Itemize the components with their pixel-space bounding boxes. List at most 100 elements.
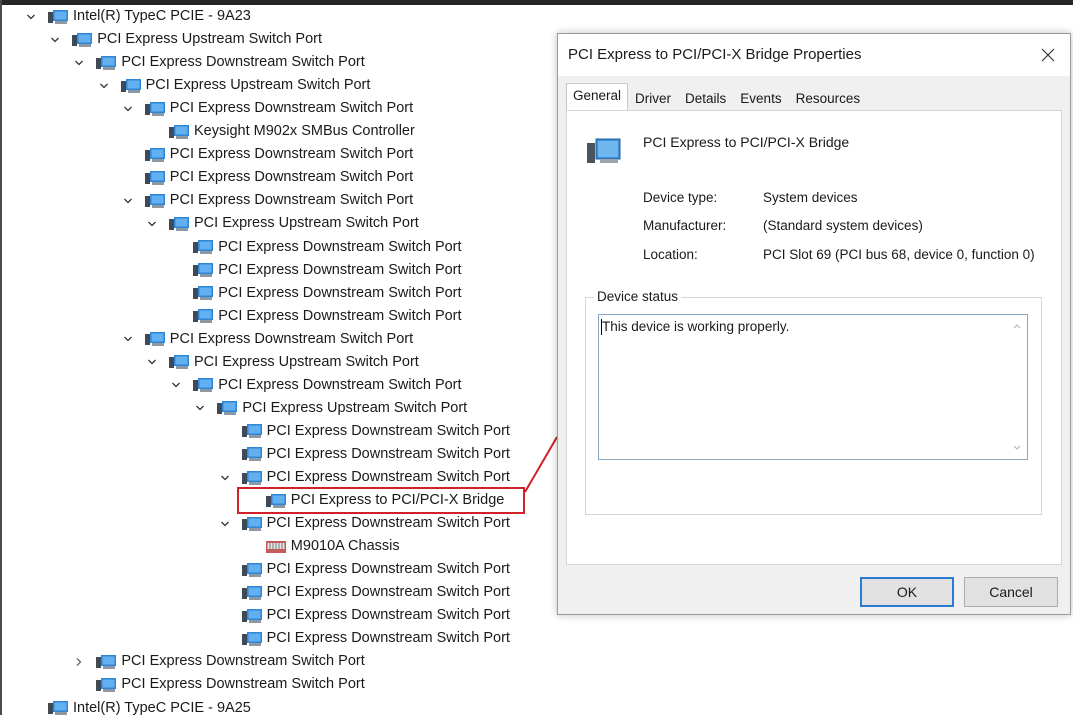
pci-device-icon (48, 700, 68, 716)
chevron-down-icon[interactable] (121, 194, 135, 208)
chevron-down-icon[interactable] (121, 332, 135, 346)
chevron-down-icon[interactable] (97, 79, 111, 93)
tree-item-label: PCI Express Upstream Switch Port (97, 31, 323, 48)
tree-item-label: Intel(R) TypeC PCIE - 9A25 (73, 699, 251, 716)
tree-item[interactable]: PCI Express Downstream Switch Port (218, 512, 510, 535)
chassis-icon (265, 539, 286, 555)
tree-item-label: PCI Express Downstream Switch Port (121, 54, 365, 71)
device-status-label: Device status (594, 289, 682, 304)
tree-item[interactable]: PCI Express Downstream Switch Port (121, 189, 413, 212)
highlight-box (237, 487, 525, 514)
cancel-button[interactable]: Cancel (964, 577, 1058, 607)
tree-item-label: PCI Express Upstream Switch Port (194, 215, 419, 232)
tree-item-label: PCI Express Downstream Switch Port (169, 330, 414, 347)
chevron-down-icon[interactable] (24, 10, 38, 24)
close-button[interactable] (1034, 42, 1062, 68)
pci-device-icon (144, 147, 165, 163)
tab-general[interactable]: General (566, 83, 629, 113)
pci-device-icon (193, 377, 214, 393)
tree-item-label: PCI Express Downstream Switch Port (121, 676, 365, 693)
pci-device-icon (587, 138, 621, 163)
general-panel: PCI Express to PCI/PCI-X Bridge Device t… (566, 110, 1062, 565)
chevron-down-icon[interactable] (193, 401, 207, 415)
device-status-textbox[interactable]: This device is working properly. (598, 314, 1028, 460)
ok-button[interactable]: OK (860, 577, 954, 607)
chevron-down-icon[interactable] (218, 471, 232, 485)
pci-device-icon (72, 32, 93, 48)
tree-item-label: PCI Express Downstream Switch Port (169, 192, 414, 209)
tree-item[interactable]: PCI Express Downstream Switch Port (169, 305, 462, 328)
pci-device-icon (120, 78, 141, 94)
scroll-down-icon[interactable] (1012, 443, 1022, 453)
tree-item[interactable]: Intel(R) TypeC PCIE - 9A23 (24, 5, 251, 28)
chevron-down-icon[interactable] (145, 355, 159, 369)
chevron-down-icon[interactable] (169, 378, 183, 392)
tab-driver[interactable]: Driver (628, 85, 678, 112)
tree-item[interactable]: PCI Express Downstream Switch Port (218, 558, 510, 581)
pci-device-icon (96, 55, 117, 71)
tab-events[interactable]: Events (733, 85, 788, 112)
pci-device-icon (241, 470, 262, 486)
tree-item-label: PCI Express Downstream Switch Port (169, 146, 414, 163)
tree-item[interactable]: PCI Express Downstream Switch Port (218, 466, 510, 489)
device-status-text: This device is working properly. (602, 319, 790, 334)
tab-resources[interactable]: Resources (789, 85, 868, 112)
chevron-down-icon[interactable] (72, 56, 86, 70)
tree-item[interactable]: PCI Express Downstream Switch Port (218, 420, 510, 443)
chevron-down-icon[interactable] (145, 217, 159, 231)
tree-item[interactable]: PCI Express Upstream Switch Port (145, 351, 419, 374)
tree-item[interactable]: PCI Express Upstream Switch Port (48, 28, 322, 51)
tree-item[interactable]: M9010A Chassis (242, 535, 400, 558)
tab-strip: General Driver Details Events Resources (566, 83, 868, 113)
manufacturer-label: Manufacturer: (643, 218, 727, 233)
tree-item[interactable]: PCI Express Downstream Switch Port (218, 443, 510, 466)
tree-item[interactable]: Intel(R) TypeC PCIE - 9A25 (24, 697, 251, 720)
device-tree: Intel(R) TypeC PCIE - 9A23 PCI Express Up… (0, 5, 560, 716)
tree-item-label: PCI Express Downstream Switch Port (266, 469, 510, 485)
device-name: PCI Express to PCI/PCI-X Bridge (643, 134, 850, 150)
tree-item[interactable]: PCI Express Downstream Switch Port (169, 282, 462, 305)
tree-item-label: PCI Express Downstream Switch Port (266, 445, 510, 462)
tree-item[interactable]: PCI Express Upstream Switch Port (97, 74, 371, 97)
tree-item[interactable]: PCI Express Downstream Switch Port (72, 51, 365, 74)
pci-device-icon (241, 608, 262, 624)
tree-item[interactable]: PCI Express Downstream Switch Port (218, 581, 510, 604)
dialog-title: PCI Express to PCI/PCI-X Bridge Properti… (568, 46, 862, 63)
tree-item[interactable]: Keysight M902x SMBus Controller (145, 120, 415, 143)
chevron-down-icon[interactable] (218, 517, 232, 531)
pci-device-icon (96, 677, 117, 693)
tree-item-label: PCI Express Downstream Switch Port (169, 100, 414, 117)
tree-item[interactable]: PCI Express Downstream Switch Port (121, 328, 413, 351)
chevron-right-icon[interactable] (72, 655, 86, 669)
tree-item[interactable]: PCI Express Downstream Switch Port (218, 604, 510, 627)
tree-item-label: PCI Express Downstream Switch Port (266, 584, 510, 601)
device-type-label: Device type: (643, 190, 718, 205)
pci-device-icon (241, 516, 262, 532)
tree-item[interactable]: PCI Express Downstream Switch Port (169, 259, 462, 282)
tree-item-label: PCI Express Downstream Switch Port (218, 238, 462, 255)
chevron-down-icon[interactable] (121, 102, 135, 116)
tree-item-label: PCI Express Upstream Switch Port (145, 77, 371, 94)
pci-device-icon (144, 170, 165, 186)
tree-item[interactable]: PCI Express Downstream Switch Port (121, 97, 413, 120)
tree-item[interactable]: PCI Express Downstream Switch Port (72, 650, 365, 673)
tab-details[interactable]: Details (678, 85, 733, 112)
pci-device-icon (193, 285, 214, 301)
pci-device-icon (144, 193, 165, 209)
tree-item[interactable]: PCI Express Upstream Switch Port (193, 397, 467, 420)
tree-item[interactable]: PCI Express Downstream Switch Port (218, 627, 510, 650)
tree-item[interactable]: PCI Express Upstream Switch Port (145, 212, 419, 235)
chevron-down-icon[interactable] (48, 33, 62, 47)
device-status-group: Device status This device is working pro… (585, 289, 1042, 515)
tree-item-label: PCI Express Downstream Switch Port (266, 561, 510, 578)
tree-item[interactable]: PCI Express Downstream Switch Port (169, 374, 462, 397)
pci-device-icon (169, 354, 189, 370)
dialog-titlebar: PCI Express to PCI/PCI-X Bridge Properti… (558, 34, 1070, 76)
tree-item[interactable]: PCI Express Downstream Switch Port (169, 236, 462, 259)
manufacturer-value: (Standard system devices) (763, 218, 923, 233)
scroll-up-icon[interactable] (1012, 321, 1022, 331)
tree-item[interactable]: PCI Express Downstream Switch Port (121, 166, 413, 189)
tree-item[interactable]: PCI Express Downstream Switch Port (72, 673, 365, 696)
tree-item[interactable]: PCI Express Downstream Switch Port (121, 143, 413, 166)
tree-item-label: PCI Express Downstream Switch Port (218, 261, 462, 278)
